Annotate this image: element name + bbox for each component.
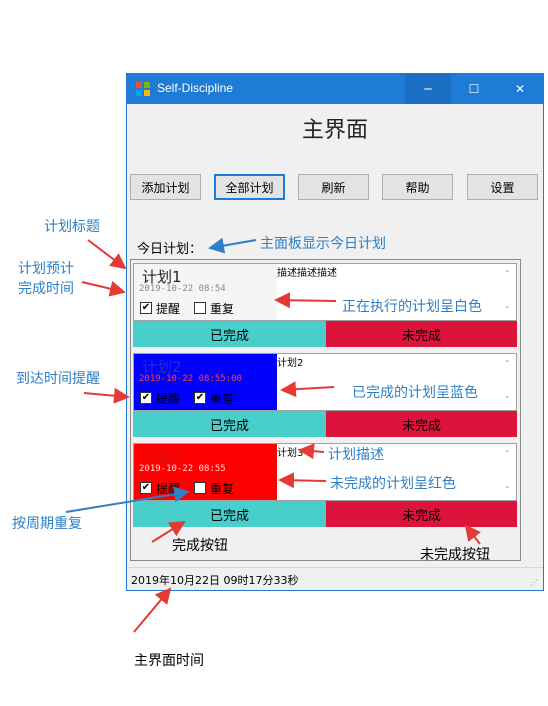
- arrow-undone-red: [278, 472, 327, 489]
- arrow-deadline: [81, 280, 126, 297]
- arrow-reminder: [83, 387, 130, 404]
- arrow-done-button: [151, 520, 186, 543]
- arrow-plan-title: [87, 239, 127, 270]
- arrow-main-time: [133, 587, 172, 633]
- arrow-today-panel: [208, 237, 257, 254]
- arrow-plan-desc: [298, 443, 325, 460]
- arrow-done-blue: [280, 381, 335, 398]
- arrow-repeat: [65, 486, 190, 513]
- annotation-arrows: [65, 237, 481, 633]
- arrow-undone-button: [464, 524, 481, 545]
- arrow-in-progress: [274, 292, 337, 309]
